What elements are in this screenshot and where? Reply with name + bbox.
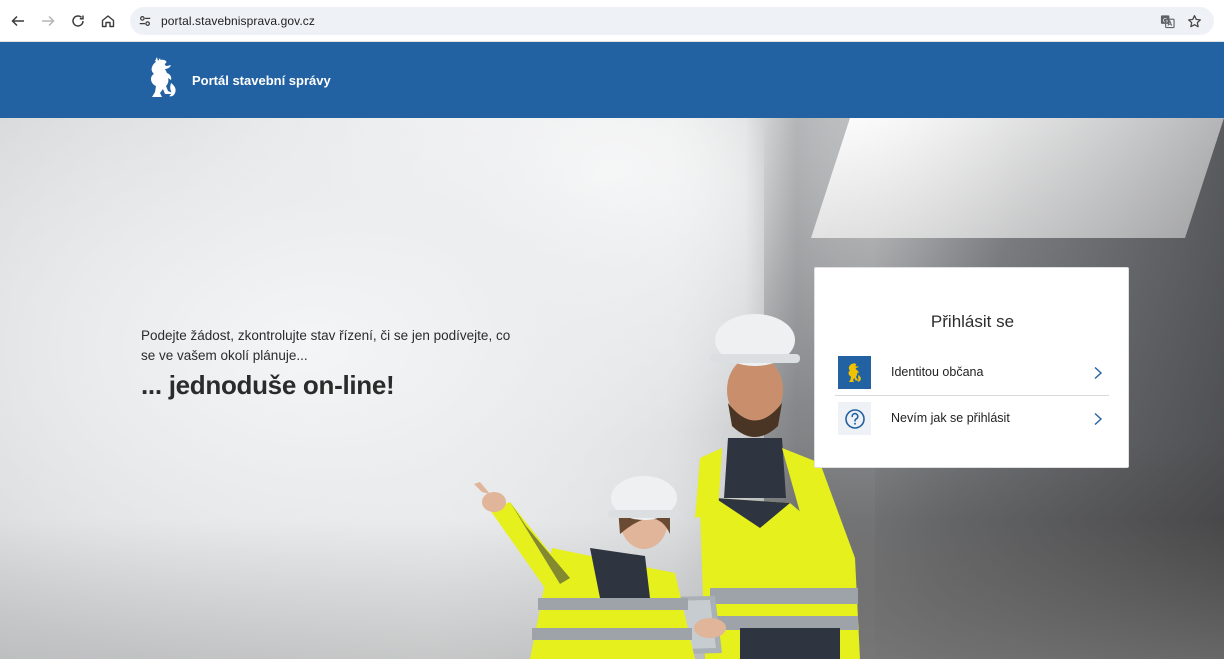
login-card: Přihlásit se Identitou občana Nevím jak … xyxy=(814,267,1129,468)
translate-button[interactable]: G xyxy=(1158,12,1176,30)
arrow-left-icon xyxy=(11,15,24,27)
site-title[interactable]: Portál stavební správy xyxy=(192,73,331,88)
login-option-label: Identitou občana xyxy=(891,365,984,379)
url-text[interactable]: portal.stavebnisprava.gov.cz xyxy=(161,14,315,28)
bookmark-button[interactable] xyxy=(1185,12,1203,30)
home-icon xyxy=(101,15,115,28)
site-info-button[interactable] xyxy=(136,12,154,30)
site-header: Portál stavební správy xyxy=(0,42,1224,118)
browser-toolbar: portal.stavebnisprava.gov.cz G xyxy=(0,0,1224,42)
forward-button[interactable] xyxy=(36,9,60,33)
czech-lion-icon[interactable] xyxy=(144,55,184,103)
worker-woman-figure xyxy=(474,476,695,659)
login-option-help[interactable]: Nevím jak se přihlásit xyxy=(835,398,1109,442)
reload-icon xyxy=(72,15,84,27)
tune-icon xyxy=(139,16,151,26)
hero-headline: ... jednoduše on-line! xyxy=(141,370,395,400)
czech-lion-icon xyxy=(848,362,861,382)
translate-icon: G xyxy=(1160,14,1175,28)
hero-section: Podejte žádost, zkontrolujte stav řízení… xyxy=(0,118,1224,659)
address-bar[interactable]: portal.stavebnisprava.gov.cz G xyxy=(130,7,1214,35)
back-button[interactable] xyxy=(6,9,30,33)
question-circle-icon xyxy=(844,408,865,429)
hero-subtitle: Podejte žádost, zkontrolujte stav řízení… xyxy=(141,328,511,363)
arrow-right-icon xyxy=(42,15,55,27)
chevron-right-icon xyxy=(1094,412,1103,426)
help-icon-box xyxy=(838,402,871,435)
reload-button[interactable] xyxy=(66,9,90,33)
star-icon xyxy=(1187,14,1201,27)
login-option-citizen-identity[interactable]: Identitou občana xyxy=(835,352,1109,396)
login-title: Přihlásit se xyxy=(930,312,1015,331)
chevron-right-icon xyxy=(1094,366,1103,380)
home-button[interactable] xyxy=(96,9,120,33)
login-option-label: Nevím jak se přihlásit xyxy=(891,411,1010,425)
citizen-identity-icon-box xyxy=(838,356,871,389)
